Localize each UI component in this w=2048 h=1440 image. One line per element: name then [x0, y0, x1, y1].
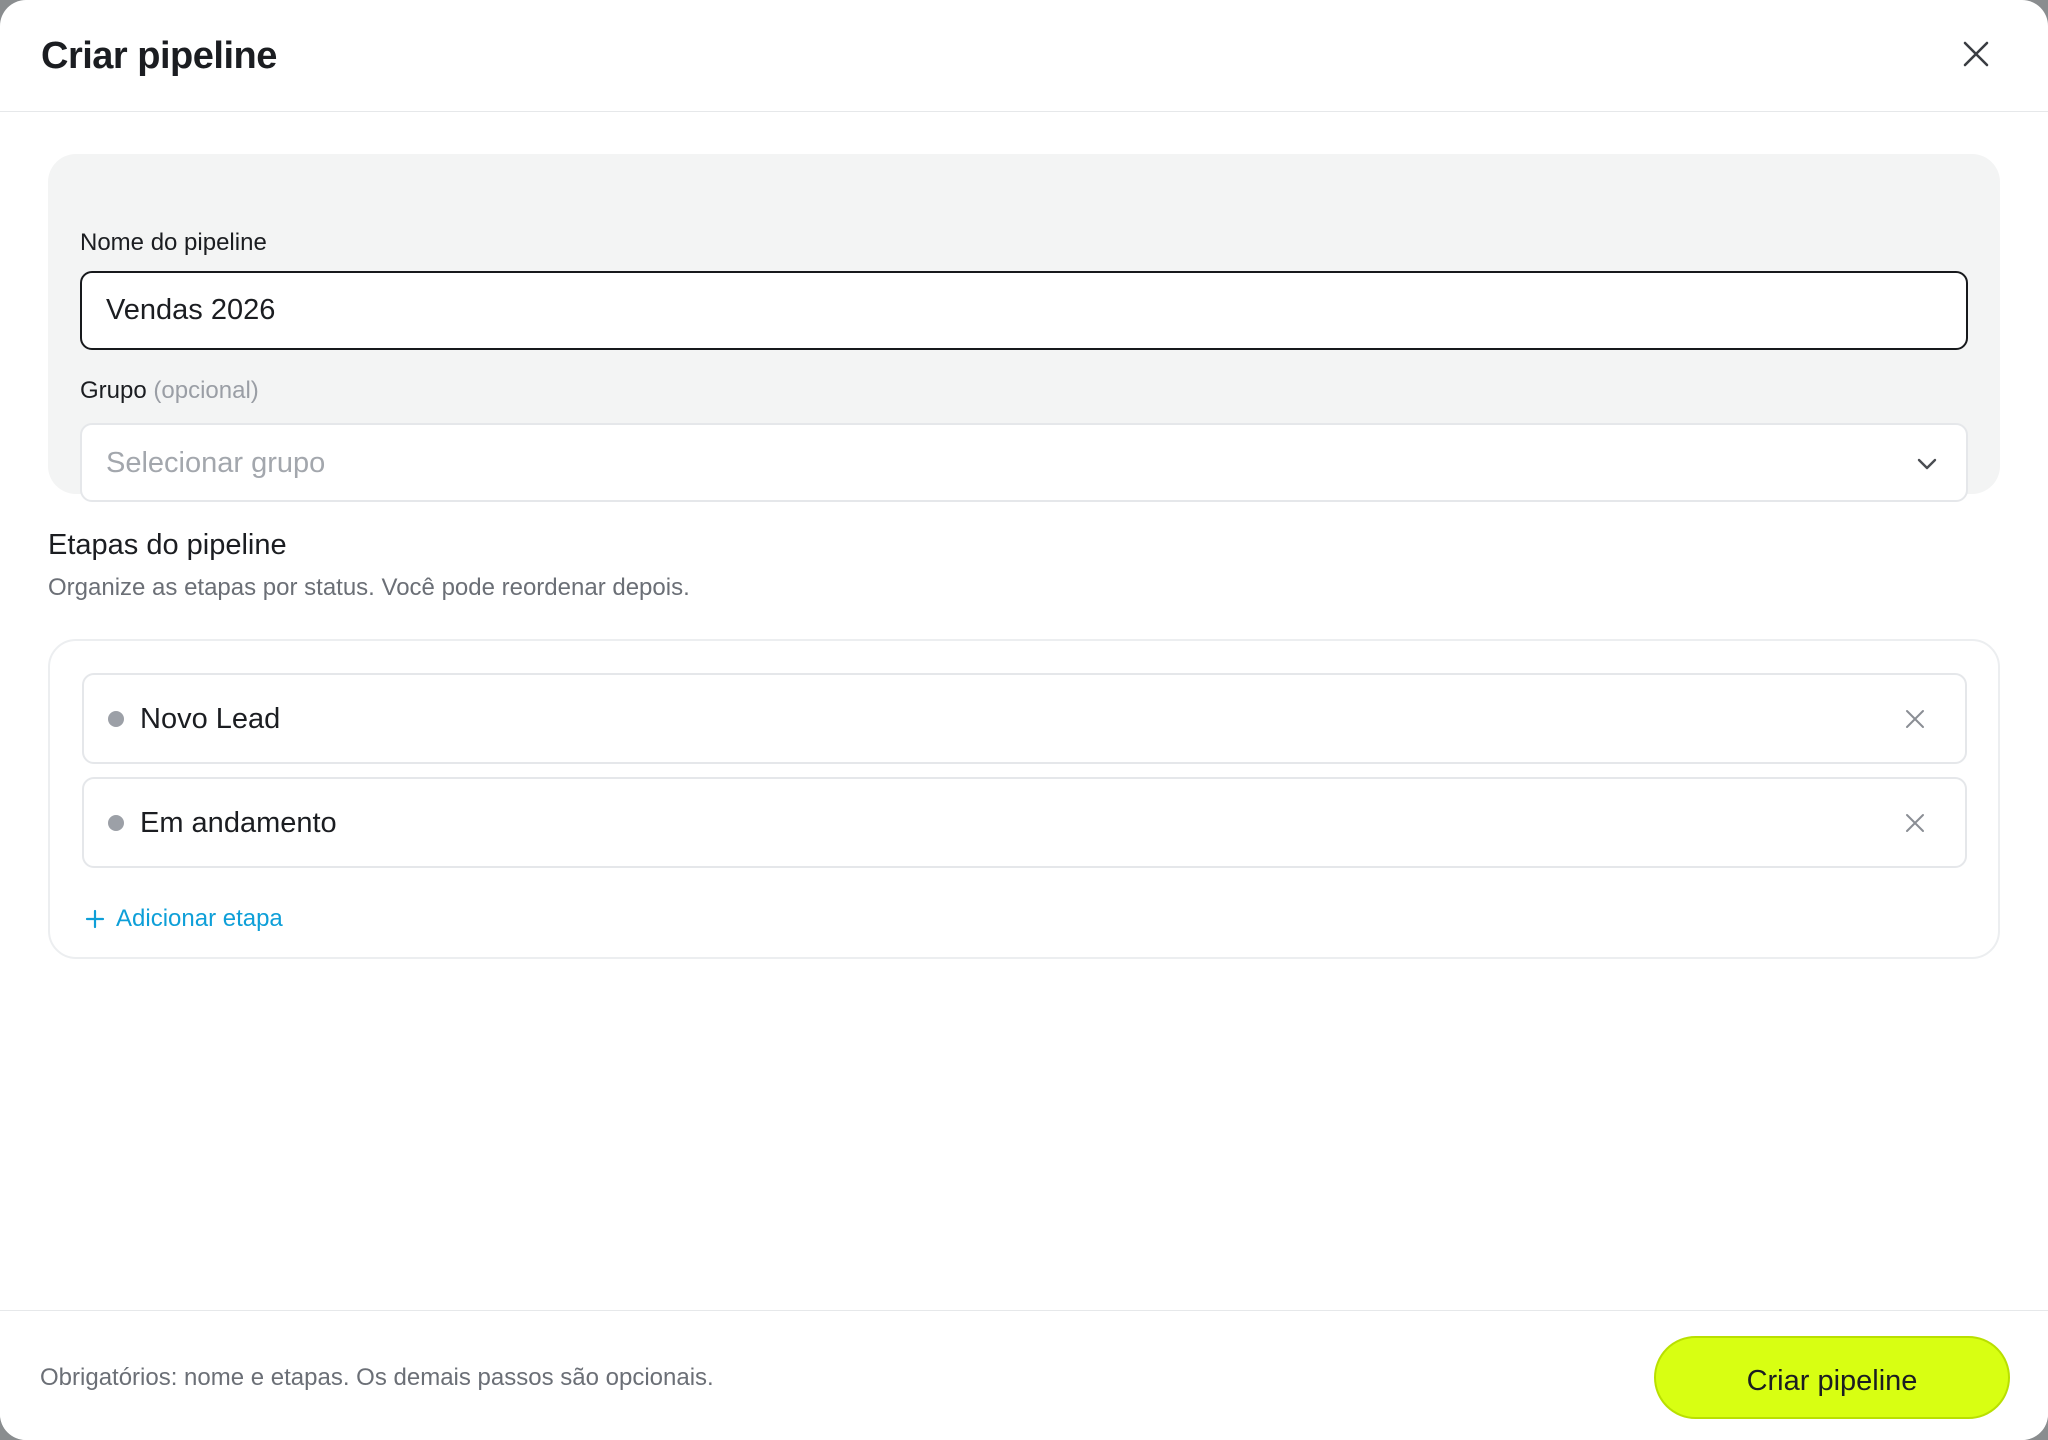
pipeline-info-card: Nome do pipeline Grupo (opcional) Seleci…	[48, 154, 2000, 502]
stage-name: Novo Lead	[140, 703, 281, 735]
modal-footer: Obrigatórios: nome e etapas. Os demais p…	[0, 1310, 2048, 1440]
required-fields-note: Obrigatórios: nome e etapas. Os demais p…	[40, 1364, 714, 1391]
stage-name: Em andamento	[140, 807, 337, 839]
stages-section-title: Etapas do pipeline	[48, 529, 287, 561]
add-stage-link[interactable]: Adicionar etapa	[84, 903, 283, 935]
create-pipeline-modal: Criar pipeline Nome do pipeline Grupo (o…	[0, 0, 2048, 1440]
modal-title: Criar pipeline	[41, 35, 277, 77]
group-optional-hint: (opcional)	[153, 377, 259, 404]
plus-icon	[85, 909, 105, 929]
remove-stage-button[interactable]	[1901, 809, 1929, 837]
status-dot-icon	[108, 815, 124, 831]
group-label-text: Grupo	[80, 377, 147, 404]
stage-row[interactable]: Novo Lead	[82, 673, 1967, 764]
remove-icon	[1906, 814, 1924, 832]
status-dot-icon	[108, 711, 124, 727]
add-stage-label: Adicionar etapa	[116, 905, 283, 932]
chevron-down-icon	[1917, 458, 1937, 470]
stage-row[interactable]: Em andamento	[82, 777, 1967, 868]
group-select-placeholder: Selecionar grupo	[106, 447, 326, 479]
stages-card: Novo Lead Em andamento Adicionar etapa	[48, 639, 2000, 959]
close-icon	[1963, 41, 1989, 67]
group-select[interactable]: Selecionar grupo	[80, 423, 1968, 502]
create-pipeline-button[interactable]: Criar pipeline	[1654, 1336, 2010, 1419]
close-button[interactable]	[1956, 34, 1996, 74]
pipeline-name-label: Nome do pipeline	[80, 229, 267, 256]
remove-stage-button[interactable]	[1901, 705, 1929, 733]
pipeline-name-input[interactable]	[80, 271, 1968, 350]
stages-section-subtitle: Organize as etapas por status. Você pode…	[48, 574, 690, 601]
group-label: Grupo (opcional)	[80, 375, 259, 407]
modal-header: Criar pipeline	[0, 0, 2048, 112]
remove-icon	[1906, 710, 1924, 728]
